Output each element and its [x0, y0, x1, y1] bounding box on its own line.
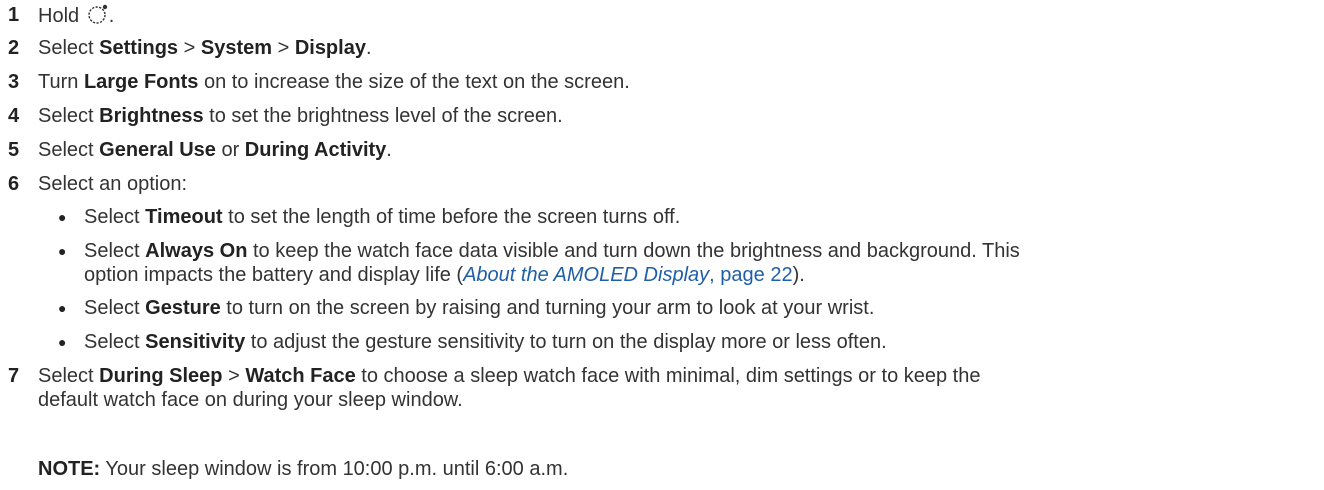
- step-number: 3: [8, 71, 20, 93]
- option-during-sleep: During Sleep: [99, 365, 223, 387]
- step-text: Select Settings > System > Display.: [38, 37, 372, 59]
- step-number: 4: [8, 105, 20, 127]
- xref-link-amoled-display[interactable]: About the AMOLED Display: [463, 264, 709, 286]
- option-timeout: Timeout: [145, 206, 223, 228]
- bullet-dot-icon: ●: [58, 243, 67, 259]
- step-number: 2: [8, 37, 20, 59]
- bullet-dot-icon: ●: [58, 209, 67, 225]
- bullet-text: Select Sensitivity to adjust the gesture…: [84, 331, 887, 353]
- step-number: 5: [8, 139, 20, 161]
- option-large-fonts: Large Fonts: [83, 71, 199, 93]
- option-sensitivity: Sensitivity: [145, 331, 246, 353]
- bullet-dot-icon: ●: [58, 334, 67, 350]
- bullet-text: Select Always On to keep the watch face …: [84, 240, 1020, 286]
- note-text: Your sleep window is from 10:00 p.m. unt…: [100, 458, 569, 480]
- bullet-text: Select Timeout to set the length of time…: [84, 206, 681, 228]
- menu-settings: Settings: [99, 37, 179, 59]
- option-gesture: Gesture: [145, 297, 221, 319]
- step-text: Select Brightness to set the brightness …: [38, 105, 563, 127]
- step-text: Select General Use or During Activity.: [38, 139, 392, 161]
- option-during-activity: During Activity: [244, 139, 387, 161]
- step-text: Hold .: [38, 3, 114, 31]
- step-number: 7: [8, 365, 20, 387]
- watch-button-icon: [87, 3, 109, 31]
- xref-page-link[interactable]: page 22: [720, 264, 792, 286]
- menu-system: System: [200, 37, 273, 59]
- note-label: NOTE:: [38, 458, 101, 480]
- step-text: Select an option:: [38, 173, 187, 195]
- step-text: Turn Large Fonts on to increase the size…: [38, 71, 630, 93]
- menu-display: Display: [294, 37, 366, 59]
- bullet-text: Select Gesture to turn on the screen by …: [84, 297, 875, 319]
- step-text: Select During Sleep > Watch Face to choo…: [38, 365, 981, 411]
- step-number: 1: [8, 4, 20, 26]
- bullet-dot-icon: ●: [58, 300, 67, 316]
- step-number: 6: [8, 173, 20, 195]
- note: NOTE: Your sleep window is from 10:00 p.…: [38, 457, 568, 481]
- option-brightness: Brightness: [99, 105, 204, 127]
- option-always-on: Always On: [145, 240, 248, 262]
- option-watch-face: Watch Face: [245, 365, 356, 387]
- option-general-use: General Use: [99, 139, 216, 161]
